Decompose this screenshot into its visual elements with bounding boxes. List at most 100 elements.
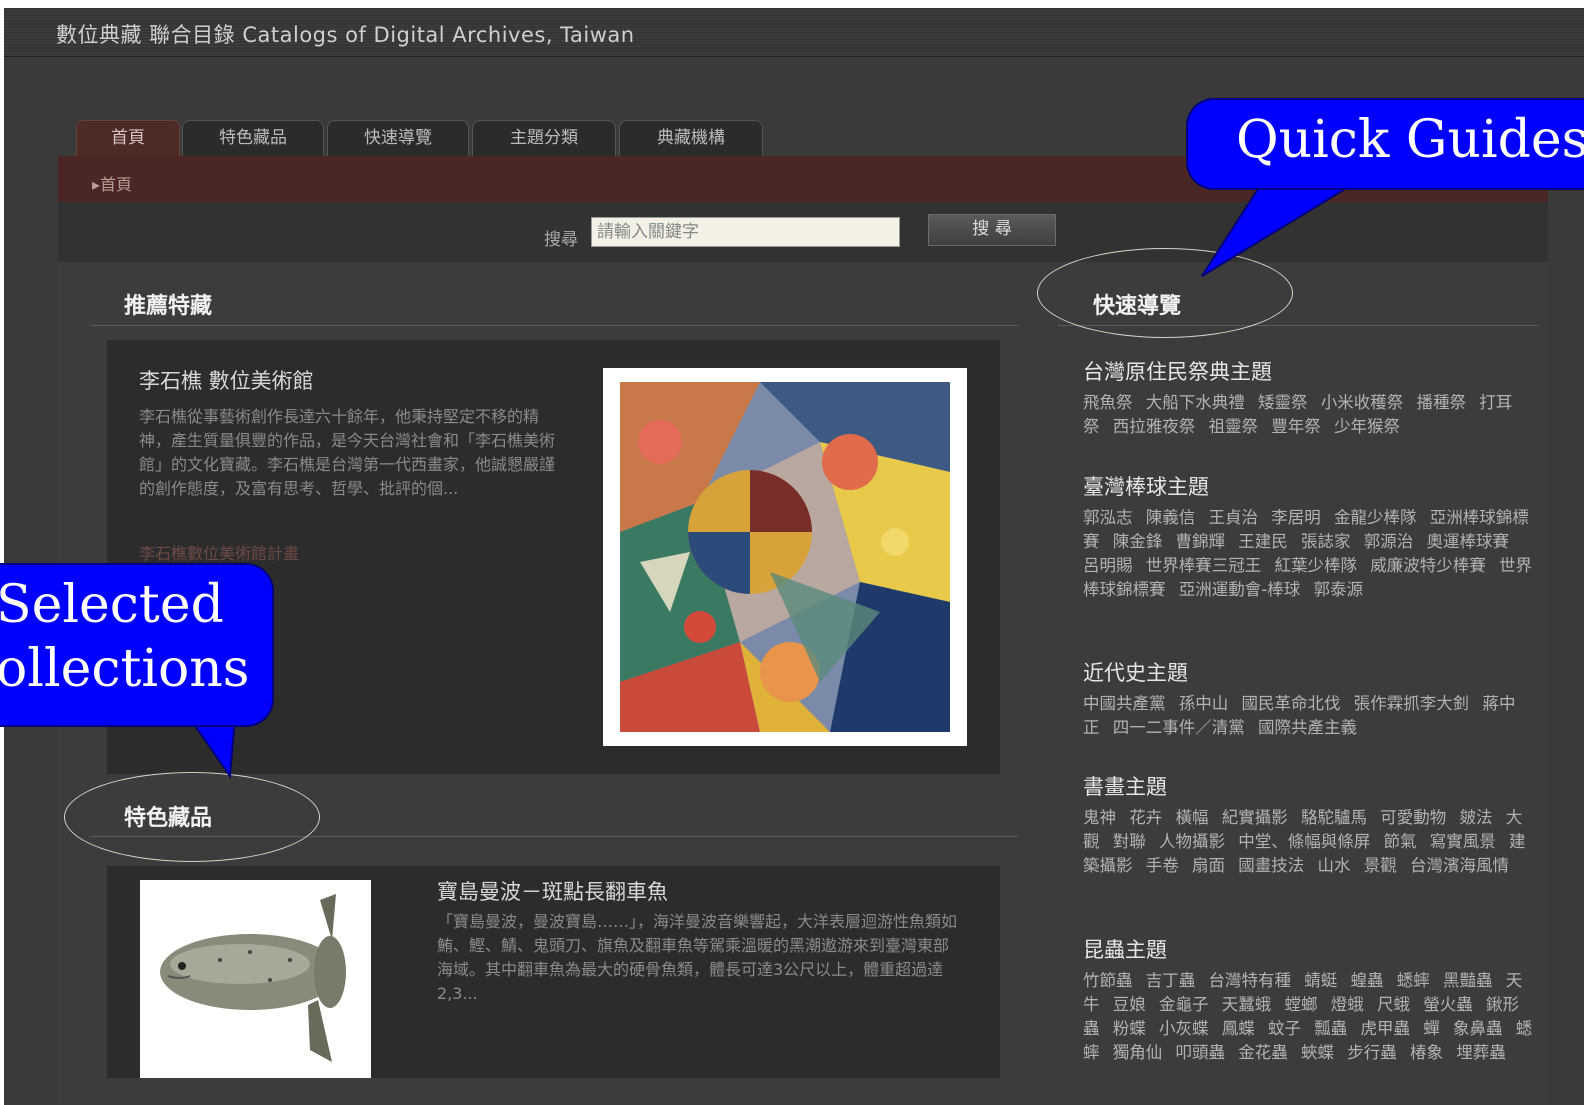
tab-quick-guide[interactable]: 快速導覽 bbox=[327, 120, 469, 157]
category-link[interactable]: 張作霖抓李大釗 bbox=[1354, 694, 1470, 713]
fish-image-frame[interactable] bbox=[140, 880, 371, 1078]
category-link[interactable]: 威廉波特少棒賽 bbox=[1370, 556, 1486, 575]
category-title[interactable]: 書畫主題 bbox=[1083, 771, 1167, 801]
category-link[interactable]: 飛魚祭 bbox=[1083, 393, 1133, 412]
category-link[interactable]: 蚊子 bbox=[1268, 1019, 1301, 1038]
category-link[interactable]: 世界棒賽三冠王 bbox=[1146, 556, 1262, 575]
category-link[interactable]: 山水 bbox=[1318, 856, 1351, 875]
category-link[interactable]: 祖靈祭 bbox=[1209, 417, 1259, 436]
category-link[interactable]: 郭泰源 bbox=[1313, 580, 1363, 599]
category-link[interactable]: 粉蝶 bbox=[1113, 1019, 1146, 1038]
category-link[interactable]: 小灰蝶 bbox=[1159, 1019, 1209, 1038]
category-link[interactable]: 陳義信 bbox=[1146, 508, 1196, 527]
callout-text: Selected bbox=[0, 575, 224, 635]
painting-frame[interactable] bbox=[603, 368, 967, 746]
category-link[interactable]: 手卷 bbox=[1146, 856, 1179, 875]
search-input[interactable] bbox=[591, 217, 900, 247]
category-link[interactable]: 蟬 bbox=[1423, 1019, 1440, 1038]
tab-label: 主題分類 bbox=[510, 128, 578, 148]
tab-home[interactable]: 首頁 bbox=[76, 120, 180, 157]
category-link[interactable]: 尺蛾 bbox=[1377, 995, 1410, 1014]
category-link[interactable]: 西拉雅夜祭 bbox=[1113, 417, 1196, 436]
category-link[interactable]: 國民革命北伐 bbox=[1242, 694, 1341, 713]
category-link[interactable]: 螳螂 bbox=[1285, 995, 1318, 1014]
category-link[interactable]: 台灣特有種 bbox=[1209, 971, 1292, 990]
category-link[interactable]: 景觀 bbox=[1364, 856, 1397, 875]
category-link[interactable]: 駱駝驢馬 bbox=[1301, 808, 1367, 827]
category-link[interactable]: 虎甲蟲 bbox=[1361, 1019, 1411, 1038]
category-title[interactable]: 臺灣棒球主題 bbox=[1083, 471, 1209, 501]
category-link[interactable]: 人物攝影 bbox=[1159, 832, 1225, 851]
category-link[interactable]: 瓢蟲 bbox=[1314, 1019, 1347, 1038]
tab-topics[interactable]: 主題分類 bbox=[472, 120, 616, 157]
category-link[interactable]: 郭泓志 bbox=[1083, 508, 1133, 527]
category-link[interactable]: 台灣濱海風情 bbox=[1410, 856, 1509, 875]
category-link[interactable]: 豆娘 bbox=[1113, 995, 1146, 1014]
category-link[interactable]: 天蠶蛾 bbox=[1222, 995, 1272, 1014]
category-title[interactable]: 近代史主題 bbox=[1083, 657, 1188, 687]
category-link[interactable]: 呂明賜 bbox=[1083, 556, 1133, 575]
category-link[interactable]: 豐年祭 bbox=[1271, 417, 1321, 436]
category-link[interactable]: 中堂、條幅與條屏 bbox=[1238, 832, 1370, 851]
category-link[interactable]: 張誌家 bbox=[1301, 532, 1351, 551]
category-link[interactable]: 曹錦輝 bbox=[1176, 532, 1226, 551]
category-link[interactable]: 四一二事件／清黨 bbox=[1113, 718, 1245, 737]
category-link[interactable]: 吉丁蟲 bbox=[1146, 971, 1196, 990]
selected-collections-callout: Selected ollections bbox=[0, 563, 274, 727]
category-link[interactable]: 紅葉少棒隊 bbox=[1275, 556, 1358, 575]
breadcrumb[interactable]: ▸首頁 bbox=[92, 171, 132, 195]
category-link[interactable]: 螢火蟲 bbox=[1423, 995, 1473, 1014]
category-link[interactable]: 象鼻蟲 bbox=[1453, 1019, 1503, 1038]
category-link[interactable]: 國際共產主義 bbox=[1258, 718, 1357, 737]
category-link[interactable]: 中國共產黨 bbox=[1083, 694, 1166, 713]
category-link[interactable]: 紀實攝影 bbox=[1222, 808, 1288, 827]
category-link[interactable]: 矮靈祭 bbox=[1258, 393, 1308, 412]
category-link[interactable]: 燈蛾 bbox=[1331, 995, 1364, 1014]
tab-featured[interactable]: 特色藏品 bbox=[182, 120, 324, 157]
category-link[interactable]: 蜻蜓 bbox=[1304, 971, 1337, 990]
category-title[interactable]: 昆蟲主題 bbox=[1083, 934, 1167, 964]
category-link[interactable]: 竹節蟲 bbox=[1083, 971, 1133, 990]
tab-institutions[interactable]: 典藏機構 bbox=[619, 120, 763, 157]
category-link[interactable]: 小米收穫祭 bbox=[1321, 393, 1404, 412]
category-link[interactable]: 對聯 bbox=[1113, 832, 1146, 851]
category-link[interactable]: 孫中山 bbox=[1179, 694, 1229, 713]
tab-label: 典藏機構 bbox=[657, 128, 725, 148]
category-link[interactable]: 黑豔蟲 bbox=[1443, 971, 1493, 990]
category-link[interactable]: 蟋蟀 bbox=[1397, 971, 1430, 990]
category-link[interactable]: 李居明 bbox=[1271, 508, 1321, 527]
category-link[interactable]: 可愛動物 bbox=[1380, 808, 1446, 827]
category-link[interactable]: 奧運棒球賽 bbox=[1427, 532, 1510, 551]
category-link[interactable]: 花卉 bbox=[1129, 808, 1162, 827]
category-link[interactable]: 蝗蟲 bbox=[1351, 971, 1384, 990]
category-link[interactable]: 金龍少棒隊 bbox=[1334, 508, 1417, 527]
category-link[interactable]: 播種祭 bbox=[1417, 393, 1467, 412]
search-button[interactable]: 搜 尋 bbox=[928, 214, 1056, 246]
category-link[interactable]: 橫幅 bbox=[1176, 808, 1209, 827]
category-link[interactable]: 鳳蝶 bbox=[1222, 1019, 1255, 1038]
category-link[interactable]: 郭源治 bbox=[1364, 532, 1414, 551]
category-link[interactable]: 椿象 bbox=[1410, 1043, 1443, 1062]
category-link[interactable]: 金花蟲 bbox=[1238, 1043, 1288, 1062]
category-link[interactable]: 埋葬蟲 bbox=[1456, 1043, 1506, 1062]
category-link[interactable]: 蛺蝶 bbox=[1301, 1043, 1334, 1062]
category-link[interactable]: 國畫技法 bbox=[1238, 856, 1304, 875]
category-link[interactable]: 寫實風景 bbox=[1430, 832, 1496, 851]
category-link[interactable]: 步行蟲 bbox=[1347, 1043, 1397, 1062]
category-title[interactable]: 台灣原住民祭典主題 bbox=[1083, 356, 1272, 386]
category-link[interactable]: 亞洲運動會-棒球 bbox=[1179, 580, 1300, 599]
category-link[interactable]: 鬼神 bbox=[1083, 808, 1116, 827]
recommended-title[interactable]: 李石樵 數位美術館 bbox=[139, 365, 314, 395]
featured-title[interactable]: 寶島曼波－斑點長翻車魚 bbox=[437, 876, 668, 906]
category-link[interactable]: 王貞治 bbox=[1209, 508, 1259, 527]
category-link[interactable]: 陳金鋒 bbox=[1113, 532, 1163, 551]
category-link[interactable]: 王建民 bbox=[1238, 532, 1288, 551]
category-link[interactable]: 叩頭蟲 bbox=[1176, 1043, 1226, 1062]
category-link[interactable]: 金龜子 bbox=[1159, 995, 1209, 1014]
category-link[interactable]: 扇面 bbox=[1192, 856, 1225, 875]
category-link[interactable]: 少年猴祭 bbox=[1334, 417, 1400, 436]
category-link[interactable]: 獨角仙 bbox=[1113, 1043, 1163, 1062]
category-link[interactable]: 皴法 bbox=[1460, 808, 1493, 827]
category-link[interactable]: 大船下水典禮 bbox=[1146, 393, 1245, 412]
category-link[interactable]: 節氣 bbox=[1384, 832, 1417, 851]
